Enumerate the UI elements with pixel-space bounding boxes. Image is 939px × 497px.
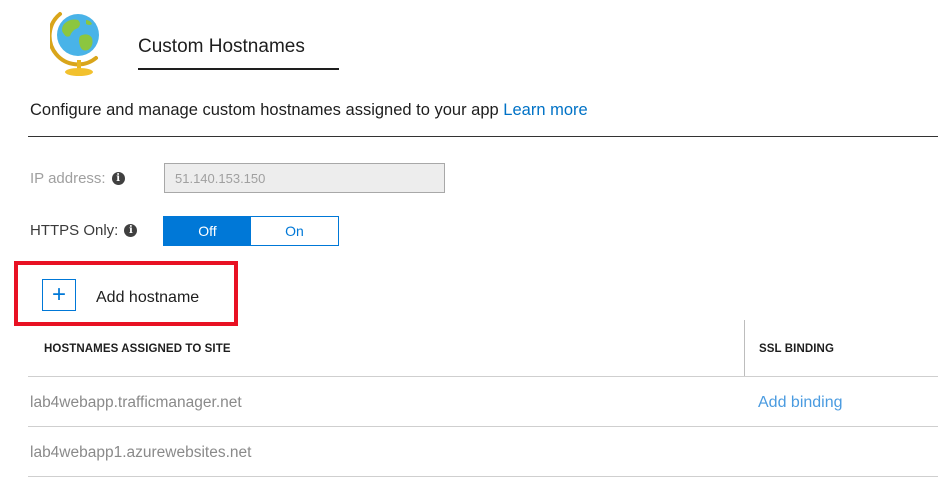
column-divider	[744, 320, 745, 376]
table-row-divider	[28, 426, 938, 427]
ip-address-label: IP address:	[30, 170, 106, 187]
column-header-hostnames[interactable]: HOSTNAMES ASSIGNED TO SITE	[44, 343, 231, 355]
info-icon[interactable]: i	[111, 172, 125, 185]
plus-icon: +	[42, 279, 76, 311]
table-header-divider	[28, 376, 938, 377]
learn-more-link[interactable]: Learn more	[503, 101, 587, 119]
https-only-label-group: HTTPS Only: i	[30, 222, 138, 239]
header-divider	[28, 136, 938, 137]
add-hostname-label: Add hostname	[96, 288, 200, 306]
description-text: Configure and manage custom hostnames as…	[30, 101, 504, 119]
add-binding-link[interactable]: Add binding	[758, 394, 843, 412]
add-hostname-button[interactable]: + Add hostname	[42, 279, 199, 311]
table-row-hostname: lab4webapp.trafficmanager.net	[30, 394, 242, 411]
globe-icon	[47, 8, 106, 78]
table-row-divider	[28, 476, 938, 477]
ip-address-label-group: IP address: i	[30, 170, 125, 187]
info-icon[interactable]: i	[124, 224, 138, 237]
page-title: Custom Hostnames	[138, 36, 305, 57]
column-header-ssl-binding[interactable]: SSL BINDING	[759, 343, 834, 355]
title-underline	[138, 68, 339, 70]
https-only-toggle[interactable]: Off On	[163, 216, 339, 246]
https-only-label: HTTPS Only:	[30, 222, 119, 239]
ip-address-field[interactable]: 51.140.153.150	[164, 163, 445, 193]
toggle-option-off[interactable]: Off	[164, 217, 251, 245]
page-description: Configure and manage custom hostnames as…	[30, 101, 588, 120]
table-row-hostname: lab4webapp1.azurewebsites.net	[30, 444, 252, 461]
toggle-option-on[interactable]: On	[251, 217, 338, 245]
